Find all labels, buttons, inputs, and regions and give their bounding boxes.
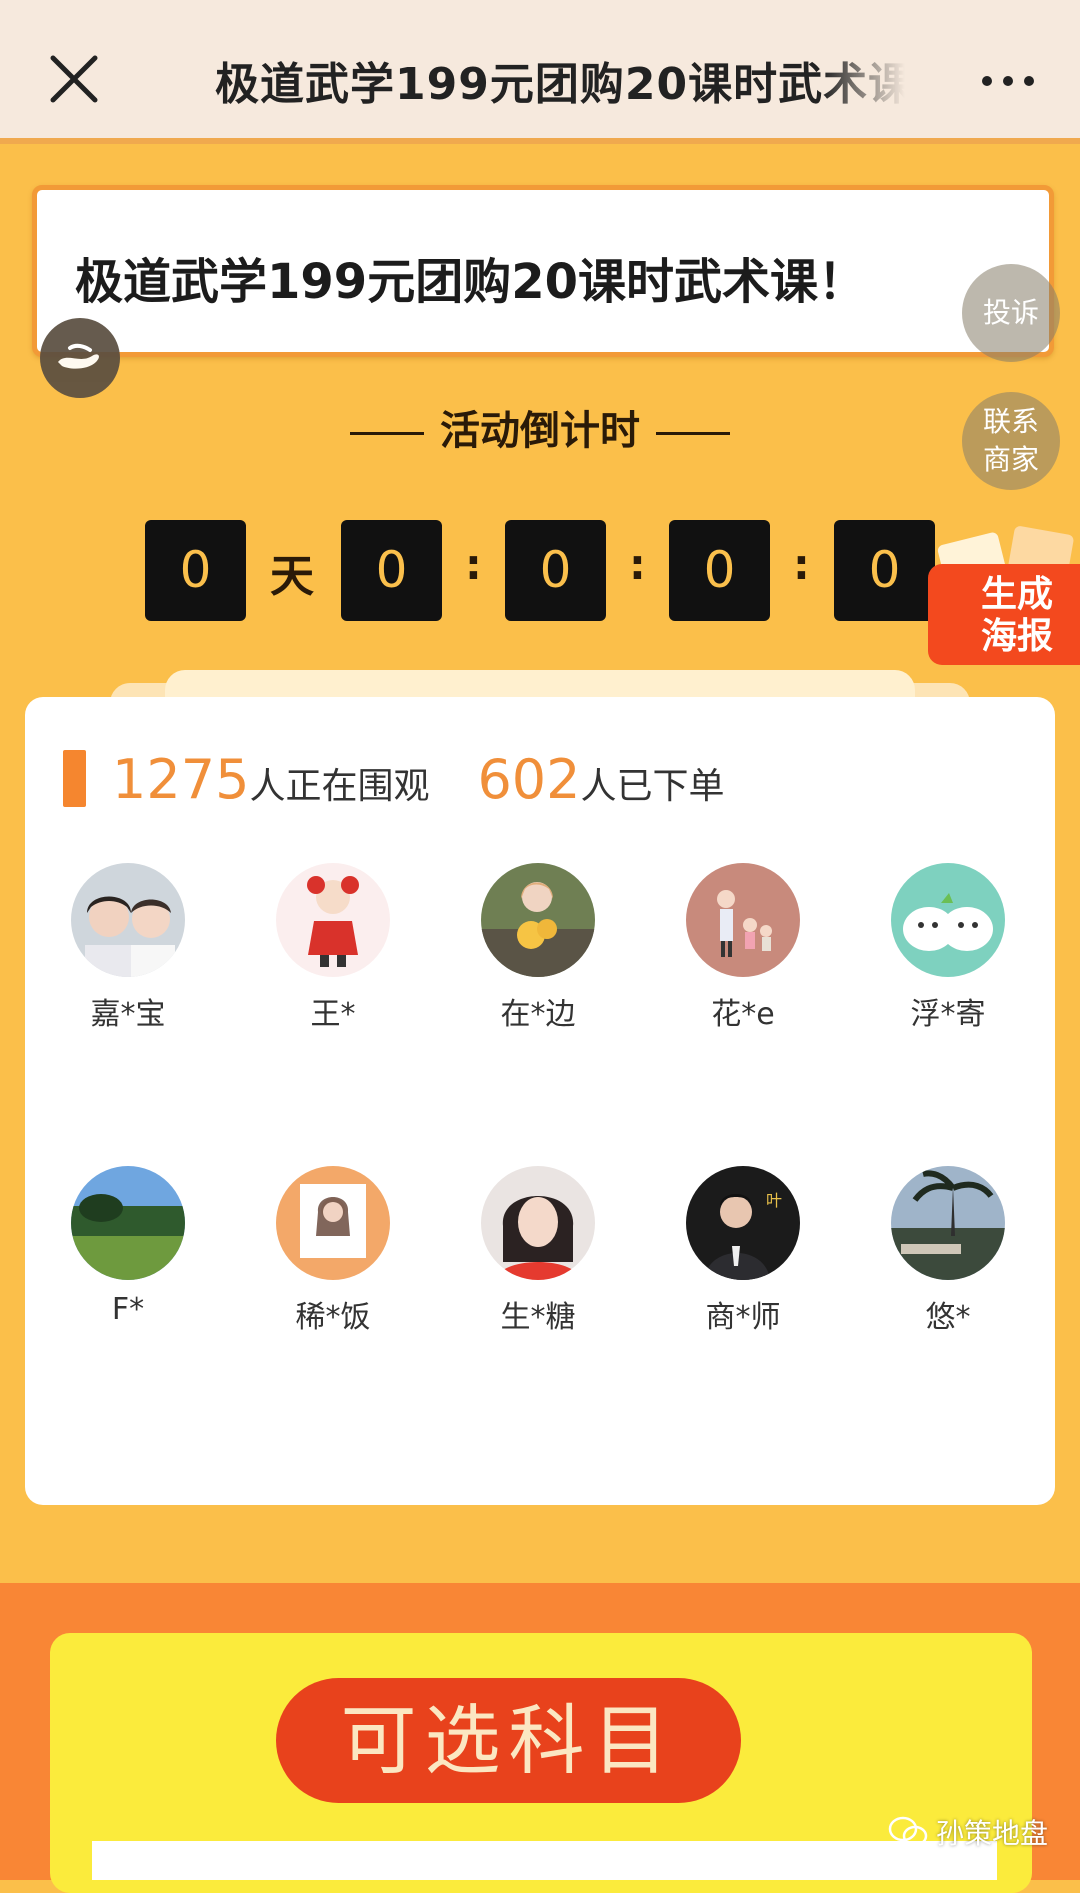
avatar [891, 863, 1005, 977]
avatar [891, 1166, 1005, 1280]
poster-label-line2: 海报 [980, 616, 1053, 657]
countdown-separator: : [793, 540, 810, 589]
top-nav-bar: 极道武学199元团购20课时武术课！ [0, 0, 1080, 144]
subjects-list [92, 1841, 997, 1880]
countdown-seconds: 0 [669, 520, 770, 621]
watermark: 孙策地盘 [888, 1812, 1048, 1852]
viewers-label: 人正在围观 [249, 766, 430, 808]
countdown-ms: 0 [834, 520, 935, 621]
avatar [686, 863, 800, 977]
countdown-heading: 活动倒计时 [0, 398, 1080, 456]
heading-dash-right [656, 431, 730, 435]
subjects-title: 可选科目 [276, 1678, 741, 1803]
svg-text:叶: 叶 [766, 1191, 782, 1210]
participant-name: 花*e [711, 997, 775, 1032]
avatar: 叶 [686, 1166, 800, 1280]
poster-label-line1: 生成 [980, 574, 1053, 615]
stats-row: 1275 人正在围观 602 人已下单 [63, 747, 773, 807]
wechat-icon [888, 1816, 928, 1847]
countdown-days: 0 [145, 520, 246, 621]
participant-name: 嘉*宝 [90, 997, 166, 1032]
stats-accent-bar [63, 750, 86, 807]
avatar [481, 1166, 595, 1280]
participant-name: 浮*寄 [910, 997, 986, 1032]
orders-count: 602 [477, 748, 581, 811]
complain-label: 投诉 [982, 296, 1039, 330]
participant-name: 商*师 [705, 1300, 781, 1335]
avatar [481, 863, 595, 977]
countdown-title: 活动倒计时 [440, 408, 640, 454]
heading-dash-left [350, 431, 424, 435]
watermark-text: 孙策地盘 [936, 1817, 1049, 1850]
countdown-separator: : [465, 540, 482, 589]
avatar [71, 1166, 185, 1280]
orders-label: 人已下单 [580, 766, 725, 808]
participant-name: F* [111, 1292, 145, 1327]
participant-name: 生*糖 [500, 1300, 576, 1335]
poster-label: 生成 海报 [962, 574, 1072, 658]
avatar [71, 863, 185, 977]
more-icon[interactable] [980, 62, 1036, 100]
title-banner: 极道武学199元团购20课时武术课！ [32, 185, 1054, 357]
participant-name: 稀*饭 [295, 1300, 371, 1335]
countdown-minutes: 0 [505, 520, 606, 621]
countdown-day-unit: 天 [270, 551, 314, 602]
avatar [276, 863, 390, 977]
participants-card: 1275 人正在围观 602 人已下单 嘉*宝 王* 在*边 花*e 浮*寄 F… [25, 697, 1055, 1505]
countdown-separator: : [629, 540, 646, 589]
participant-name: 王* [310, 997, 356, 1032]
countdown-hours: 0 [341, 520, 442, 621]
nav-title: 极道武学199元团购20课时武术课！ [215, 59, 905, 110]
avatar [276, 1166, 390, 1280]
participant-name: 在*边 [500, 997, 576, 1032]
complain-button[interactable]: 投诉 [962, 264, 1060, 362]
music-icon[interactable] [40, 318, 120, 398]
generate-poster-button[interactable]: 生成 海报 [928, 525, 1080, 665]
page-title: 极道武学199元团购20课时武术课！ [75, 254, 866, 310]
viewers-count: 1275 [112, 748, 250, 811]
participant-name: 悠* [925, 1300, 971, 1335]
close-icon[interactable] [45, 50, 105, 110]
